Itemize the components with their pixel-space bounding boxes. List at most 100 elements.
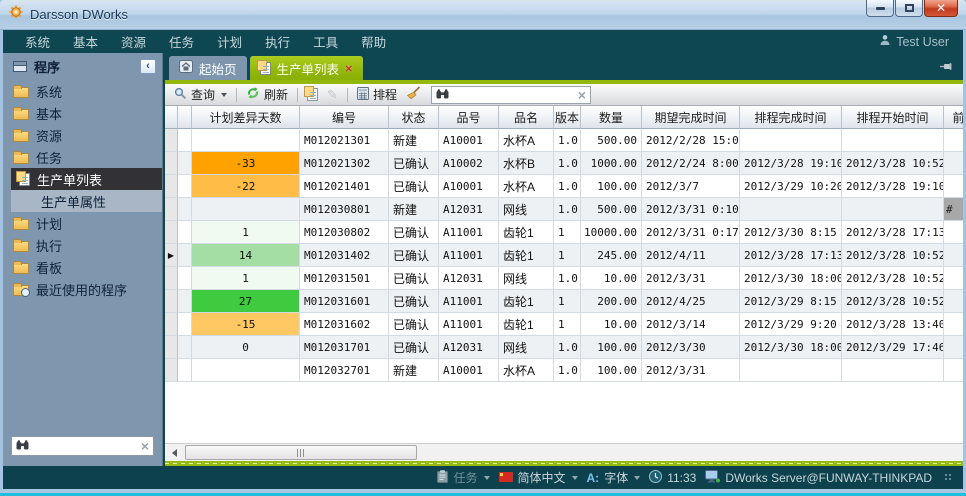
font-label: 字体	[604, 469, 628, 486]
maximize-button[interactable]	[895, 0, 923, 17]
edit-button[interactable]: ✎	[324, 86, 341, 104]
horizontal-scrollbar[interactable]	[165, 443, 963, 461]
clear-icon[interactable]: ×	[578, 88, 586, 102]
sidebar-item-任务[interactable]: 任务	[3, 146, 162, 168]
column-header[interactable]: 期望完成时间	[642, 106, 740, 129]
cell-diff: -33	[192, 152, 300, 175]
cell-item_no: A12031	[439, 198, 499, 221]
column-header[interactable]: 计划差异天数	[192, 106, 300, 129]
table-row[interactable]: -33M012021302已确认A10002水杯B1.01000.002012/…	[165, 152, 963, 175]
column-header[interactable]: 品名	[499, 106, 554, 129]
column-header[interactable]: 编号	[300, 106, 389, 129]
cell-item_name: 网线	[499, 198, 554, 221]
menu-help[interactable]: 帮助	[361, 32, 386, 51]
sidebar-item-计划[interactable]: 计划	[3, 212, 162, 234]
menu-tools[interactable]: 工具	[313, 32, 338, 51]
table-row[interactable]: 1M012030802已确认A11001齿轮1110000.002012/3/3…	[165, 221, 963, 244]
scroll-thumb[interactable]	[185, 445, 417, 460]
cell-qty: 10000.00	[581, 221, 642, 244]
cell-version: 1.0	[554, 359, 581, 382]
menu-task[interactable]: 任务	[169, 32, 194, 51]
cell-item_name: 齿轮1	[499, 221, 554, 244]
minimize-button[interactable]	[866, 0, 894, 17]
pin-icon[interactable]	[939, 60, 953, 70]
cell-sched_finish: 2012/3/30 18:00	[740, 336, 842, 359]
menu-resource[interactable]: 资源	[121, 32, 146, 51]
table-row[interactable]: -22M012021401已确认A10001水杯A1.0100.002012/3…	[165, 175, 963, 198]
cell-version: 1.0	[554, 175, 581, 198]
cell-diff: 14	[192, 244, 300, 267]
gear-icon	[8, 4, 24, 25]
broom-icon	[406, 86, 421, 103]
close-button[interactable]: ✕	[924, 0, 958, 17]
column-header[interactable]: 排程开始时间	[842, 106, 944, 129]
table-row[interactable]: M012030801新建A12031网线1.0500.002012/3/31 0…	[165, 198, 963, 221]
folder-icon	[13, 153, 29, 164]
user-chip[interactable]: Test User	[879, 34, 949, 49]
table-row[interactable]: 0M012031701已确认A12031网线1.0100.002012/3/30…	[165, 336, 963, 359]
cell-qty: 1000.00	[581, 152, 642, 175]
column-header[interactable]: 状态	[389, 106, 439, 129]
cell-item_no: A10002	[439, 152, 499, 175]
cell-qty: 10.00	[581, 313, 642, 336]
cell-status: 新建	[389, 198, 439, 221]
folder-icon	[13, 241, 29, 252]
menu-plan[interactable]: 计划	[217, 32, 242, 51]
table-row[interactable]: -15M012031602已确认A11001齿轮1110.002012/3/14…	[165, 313, 963, 336]
column-header[interactable]: 版本	[554, 106, 581, 129]
statusbar-language-menu[interactable]: 简体中文	[499, 469, 578, 486]
table-row[interactable]: 27M012031601已确认A11001齿轮11200.002012/4/25…	[165, 290, 963, 313]
clean-button[interactable]	[403, 85, 424, 104]
sidebar-header: 程序 ‹	[3, 53, 162, 80]
table-row[interactable]: ▶14M012031402已确认A11001齿轮11245.002012/4/1…	[165, 244, 963, 267]
task-label: 任务	[453, 469, 477, 486]
column-header[interactable]: 排程完成时间	[740, 106, 842, 129]
menu-execute[interactable]: 执行	[265, 32, 290, 51]
sidebar-search-input[interactable]	[33, 439, 137, 453]
close-tab-icon[interactable]: ×	[345, 62, 353, 75]
column-header[interactable]: 前	[944, 106, 963, 129]
statusbar-task-menu[interactable]: 任务	[437, 469, 489, 486]
cell-status: 已确认	[389, 175, 439, 198]
query-button[interactable]: 查询	[171, 85, 230, 104]
chevron-down-icon[interactable]	[221, 93, 227, 97]
sidebar-item-最近使用的程序[interactable]: 最近使用的程序	[3, 278, 162, 300]
table-row[interactable]: M012032701新建A10001水杯A1.0100.002012/3/31	[165, 359, 963, 382]
row-spacer-cell	[178, 152, 192, 175]
home-icon	[179, 60, 193, 76]
sidebar-item-生产单列表[interactable]: 生产单列表	[11, 168, 162, 190]
toolbar: 查询 刷新	[165, 84, 963, 106]
cell-code: M012021302	[300, 152, 389, 175]
scroll-left-button[interactable]	[167, 446, 182, 460]
sidebar-item-看板[interactable]: 看板	[3, 256, 162, 278]
cell-sched_start: 2012/3/28 10:52	[842, 267, 944, 290]
table-filter-input[interactable]	[453, 88, 574, 102]
menu-basic[interactable]: 基本	[73, 32, 98, 51]
table-row[interactable]: M012021301新建A10001水杯A1.0500.002012/2/28 …	[165, 129, 963, 152]
sidebar-item-执行[interactable]: 执行	[3, 234, 162, 256]
resize-grip[interactable]	[945, 474, 953, 482]
refresh-button[interactable]: 刷新	[243, 85, 291, 104]
column-header[interactable]: 品号	[439, 106, 499, 129]
cell-item_no: A10001	[439, 359, 499, 382]
column-header[interactable]: 数量	[581, 106, 642, 129]
collapse-sidebar-button[interactable]: ‹	[140, 59, 156, 74]
cell-item_no: A11001	[439, 221, 499, 244]
clipboard-icon	[437, 470, 448, 486]
sidebar-item-生产单属性[interactable]: 生产单属性	[11, 190, 162, 212]
cell-version: 1.0	[554, 129, 581, 152]
table-row[interactable]: 1M012031501已确认A12031网线1.010.002012/3/312…	[165, 267, 963, 290]
menu-system[interactable]: 系统	[25, 32, 50, 51]
sidebar-item-基本[interactable]: 基本	[3, 102, 162, 124]
tab-start-page[interactable]: 起始页	[169, 56, 247, 80]
clear-icon[interactable]: ×	[141, 439, 149, 453]
tab-production-order-list[interactable]: 生产单列表 ×	[250, 56, 363, 80]
cell-due: 2012/2/28 15:00	[642, 129, 740, 152]
cell-sched_finish: 2012/3/30 8:15	[740, 221, 842, 244]
cell-sched_finish: 2012/3/28 17:13	[740, 244, 842, 267]
schedule-button[interactable]: 排程	[354, 85, 400, 104]
new-button[interactable]	[304, 87, 321, 102]
statusbar-font-menu[interactable]: A: 字体	[587, 469, 641, 486]
sidebar-item-资源[interactable]: 资源	[3, 124, 162, 146]
sidebar-item-系统[interactable]: 系统	[3, 80, 162, 102]
